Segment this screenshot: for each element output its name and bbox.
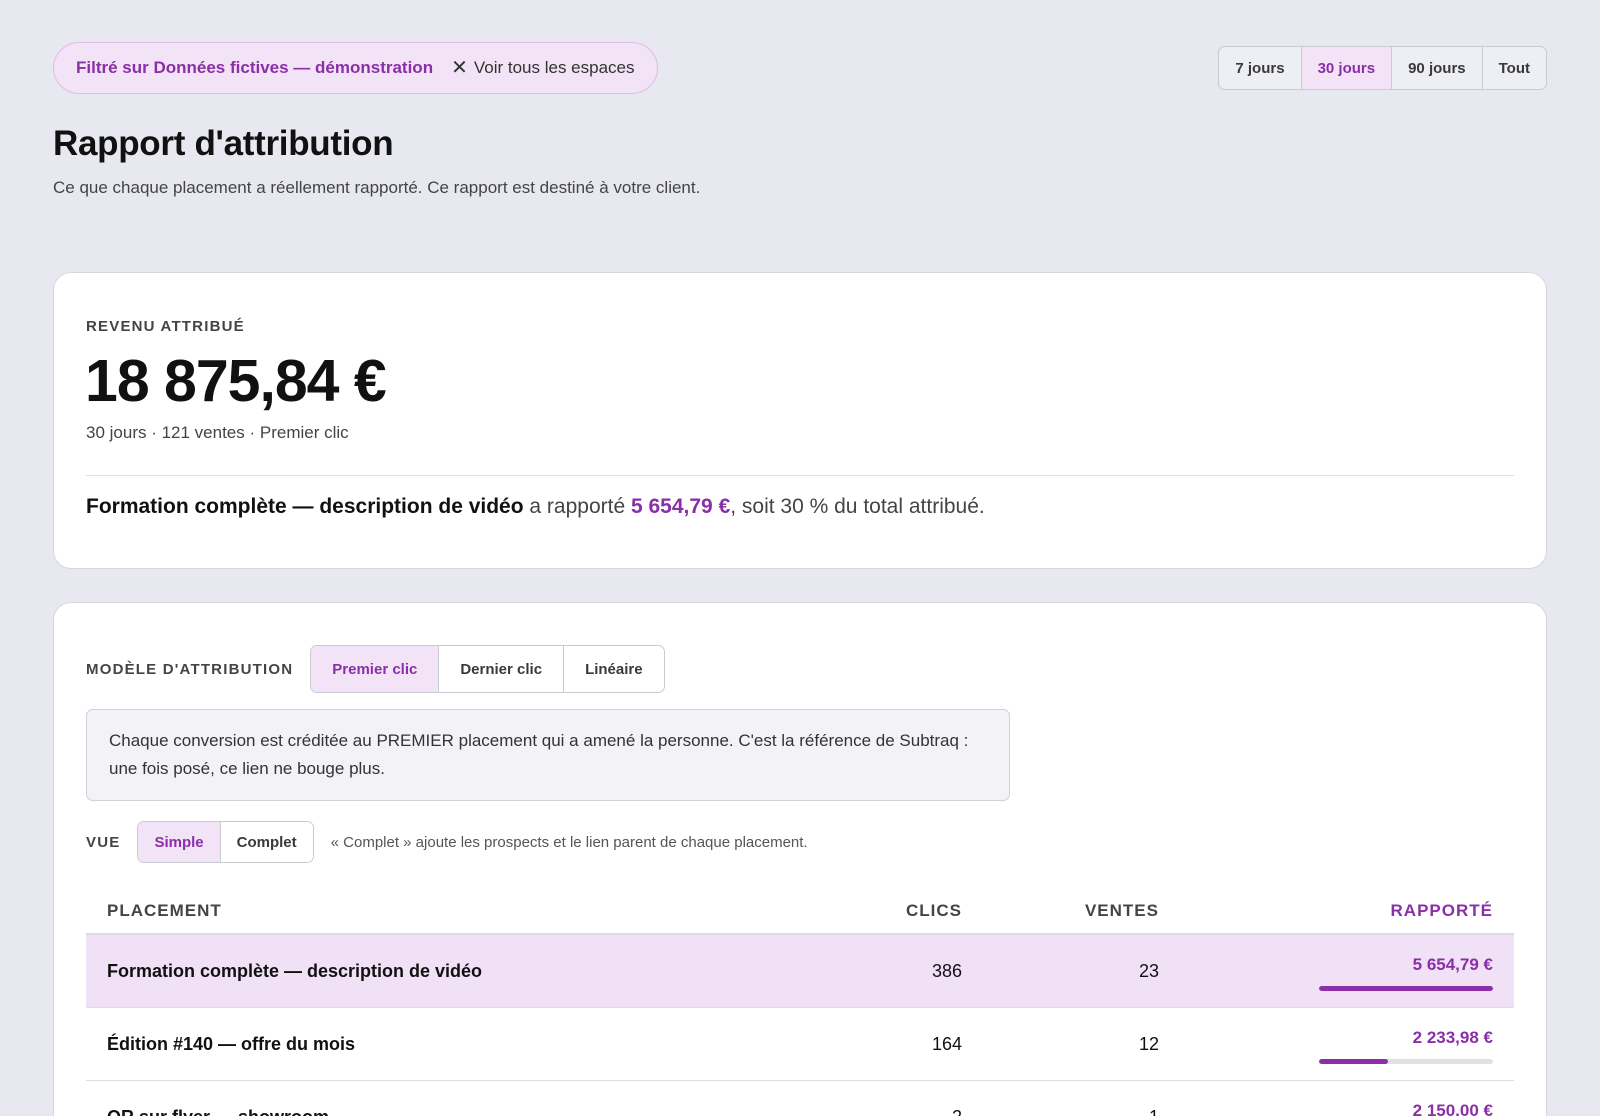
column-header-revenue[interactable]: RAPPORTÉ [1391,901,1493,921]
attribution-model-card: MODÈLE D'ATTRIBUTION Premier clic Dernie… [53,602,1547,1116]
revenue-value: 2 150,00 € [1412,1101,1493,1116]
attributed-revenue-card: REVENU ATTRIBUÉ 18 875,84 € 30 jours · 1… [53,272,1547,569]
divider [86,475,1514,476]
revenue-share-bar [1319,1059,1493,1064]
attribution-model-selector: Premier clic Dernier clic Linéaire [310,645,665,693]
table-header: PLACEMENT CLICS VENTES RAPPORTÉ [86,883,1514,935]
placement-name: Édition #140 — offre du mois [107,1034,356,1054]
view-label: VUE [86,833,121,851]
date-range-selector: 7 jours 30 jours 90 jours Tout [1218,46,1547,90]
ventes-value: 12 [1138,1034,1159,1054]
top-placement-amount: 5 654,79 € [630,495,731,518]
kpi-meta: 30 jours · 121 ventes · Premier clic [86,423,349,442]
revenue-share-fill [1319,986,1493,991]
summary-text-before: a rapporté [523,495,631,518]
clics-value: 386 [931,961,962,981]
clics-value: 164 [931,1034,962,1054]
column-header-placement[interactable]: PLACEMENT [107,901,222,921]
column-header-clics[interactable]: CLICS [906,901,962,921]
workspace-filter-pill: Filtré sur Données fictives — démonstrat… [53,42,658,94]
top-bar: Filtré sur Données fictives — démonstrat… [53,42,1547,94]
kpi-eyebrow: REVENU ATTRIBUÉ [86,318,245,335]
top-placement-name: Formation complète — description de vidé… [86,495,524,518]
attribution-model-label: MODÈLE D'ATTRIBUTION [86,660,294,678]
attribution-model-row: MODÈLE D'ATTRIBUTION Premier clic Dernie… [86,645,665,693]
clear-filter-button[interactable]: ✕ Voir tous les espaces [451,58,634,78]
kpi-total-revenue: 18 875,84 € [85,348,387,414]
filter-label: Filtré sur Données fictives — démonstrat… [76,58,434,77]
range-all-button[interactable]: Tout [1481,47,1546,89]
placements-table: PLACEMENT CLICS VENTES RAPPORTÉ Formatio… [86,883,1514,1116]
revenue-value: 5 654,79 € [1412,955,1493,974]
view-selector: Simple Complet [137,821,314,863]
revenue-share-fill [1319,1059,1388,1064]
clear-filter-label: Voir tous les espaces [473,58,635,77]
range-7-days-button[interactable]: 7 jours [1219,47,1300,89]
view-hint: « Complet » ajoute les prospects et le l… [330,833,808,851]
range-90-days-button[interactable]: 90 jours [1391,47,1482,89]
page-subtitle: Ce que chaque placement a réellement rap… [53,178,701,197]
model-explanation: Chaque conversion est créditée au PREMIE… [86,709,1010,801]
placement-name: QR sur flyer — showroom [107,1107,329,1116]
model-linear-button[interactable]: Linéaire [563,646,664,692]
view-simple-button[interactable]: Simple [138,822,220,862]
summary-text-after: , soit 30 % du total attribué. [730,495,985,518]
top-placement-summary: Formation complète — description de vidé… [86,495,985,519]
ventes-value: 1 [1149,1107,1159,1116]
table-body: Formation complète — description de vidé… [86,935,1514,1116]
column-header-ventes[interactable]: VENTES [1085,901,1159,921]
model-first-click-button[interactable]: Premier clic [311,646,439,692]
ventes-value: 23 [1138,961,1159,981]
revenue-value: 2 233,98 € [1412,1028,1493,1047]
model-last-click-button[interactable]: Dernier clic [438,646,564,692]
view-row: VUE Simple Complet « Complet » ajoute le… [86,821,808,863]
placement-name: Formation complète — description de vidé… [107,961,483,981]
close-icon: ✕ [451,57,468,79]
table-row[interactable]: QR sur flyer — showroom 2 1 2 150,00 € [86,1081,1514,1116]
table-row[interactable]: Édition #140 — offre du mois 164 12 2 233,9… [86,1008,1514,1081]
revenue-share-bar [1319,986,1493,991]
view-complete-button[interactable]: Complet [219,822,313,862]
clics-value: 2 [952,1107,962,1116]
page-title: Rapport d'attribution [53,124,394,163]
range-30-days-button[interactable]: 30 jours [1300,47,1392,89]
table-row[interactable]: Formation complète — description de vidé… [86,935,1514,1008]
